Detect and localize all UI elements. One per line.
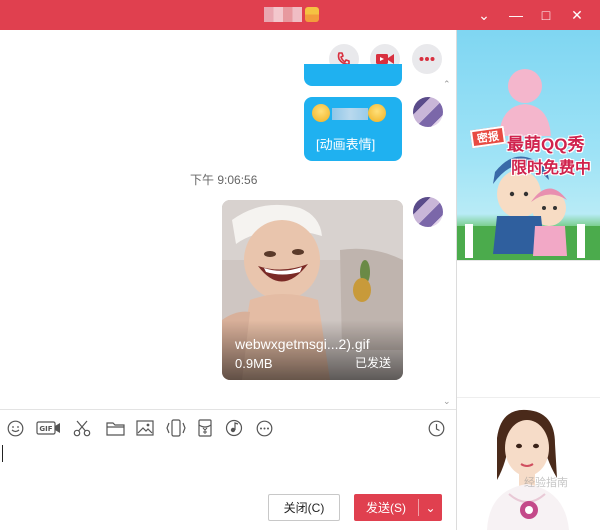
folder-icon — [105, 422, 125, 436]
emoji-message-text: [动画表情] — [316, 137, 376, 152]
red-packet-icon — [198, 419, 212, 437]
ad-divider — [457, 260, 600, 261]
message-input[interactable] — [0, 440, 456, 486]
qq-chat-window: ⌄ — □ ✕ ⌃ [动画表情] 下午 9:06:56 webwxgetmsgi… — [0, 0, 600, 530]
minimize-icon: — — [509, 7, 523, 23]
more-icon — [256, 420, 272, 436]
contact-status-emoji-icon — [305, 7, 319, 22]
send-image-button[interactable] — [134, 418, 156, 438]
ad-headline: 最萌QQ秀 — [507, 135, 585, 154]
emoji-face-icon — [312, 104, 330, 122]
gif-icon: GIF — [36, 421, 60, 435]
close-button-label: 关闭(C) — [283, 501, 325, 515]
maximize-icon: □ — [541, 7, 551, 23]
more-options-button[interactable] — [412, 44, 442, 74]
minimize-button[interactable]: — — [505, 4, 527, 26]
red-packet-button[interactable] — [194, 418, 216, 438]
image-file-name: webwxgetmsgi...2).gif — [235, 336, 370, 352]
chevron-down-icon: ⌄ — [478, 6, 490, 23]
more-tools-button[interactable] — [253, 418, 275, 438]
message-history-button[interactable] — [425, 418, 447, 438]
previous-message-bubble — [304, 64, 402, 86]
qq-show-avatar-panel[interactable]: 经验指南 — [457, 398, 600, 530]
music-button[interactable] — [223, 418, 245, 438]
close-window-button[interactable]: ✕ — [566, 4, 588, 26]
scroll-up-icon[interactable]: ⌃ — [443, 79, 451, 90]
window-menu-dropdown-button[interactable]: ⌄ — [473, 4, 495, 26]
image-icon — [136, 420, 154, 436]
gif-label: GIF — [39, 425, 52, 433]
gif-button[interactable]: GIF — [35, 418, 63, 438]
chevron-down-icon: ⌄ — [425, 500, 436, 515]
shake-button[interactable] — [165, 418, 187, 438]
scissors-icon — [73, 420, 91, 436]
blurred-content — [332, 108, 368, 120]
image-message[interactable]: webwxgetmsgi...2).gif 0.9MB 已发送 — [222, 200, 403, 380]
emoji-button[interactable] — [4, 418, 26, 438]
music-icon — [225, 419, 243, 437]
send-button-group: 发送(S) ⌄ — [354, 494, 442, 521]
history-clock-icon — [428, 420, 444, 436]
qq-show-ad-banner[interactable]: 密报 最萌QQ秀 限时免费中 — [457, 30, 600, 260]
send-file-button[interactable] — [104, 418, 126, 438]
maximize-button[interactable]: □ — [535, 4, 557, 26]
title-bar: ⌄ — □ ✕ — [0, 0, 600, 30]
more-dots-icon — [419, 57, 435, 61]
emoji-icon — [7, 420, 23, 436]
scroll-down-icon[interactable]: ⌄ — [443, 396, 451, 407]
close-button[interactable]: 关闭(C) — [268, 494, 340, 521]
avatar[interactable] — [413, 97, 443, 127]
image-file-size: 0.9MB — [235, 356, 273, 371]
animated-emoji-preview — [312, 104, 388, 122]
input-divider — [0, 409, 456, 410]
screenshot-button[interactable] — [71, 418, 93, 438]
message-timestamp: 下午 9:06:56 — [190, 173, 258, 187]
ad-subheadline: 限时免费中 — [511, 160, 592, 177]
qq-show-avatar-figure — [487, 409, 569, 530]
image-send-status: 已发送 — [354, 356, 391, 370]
send-options-dropdown[interactable]: ⌄ — [419, 494, 442, 521]
contact-name-blurred — [264, 7, 302, 22]
avatar[interactable] — [413, 197, 443, 227]
send-button-label: 发送(S) — [366, 501, 406, 515]
emoji-face-icon — [368, 104, 386, 122]
close-icon: ✕ — [571, 6, 583, 23]
watermark: 经验指南 — [524, 477, 568, 489]
shake-phone-icon — [166, 419, 186, 437]
send-button[interactable]: 发送(S) — [354, 494, 418, 521]
text-caret — [2, 445, 3, 462]
